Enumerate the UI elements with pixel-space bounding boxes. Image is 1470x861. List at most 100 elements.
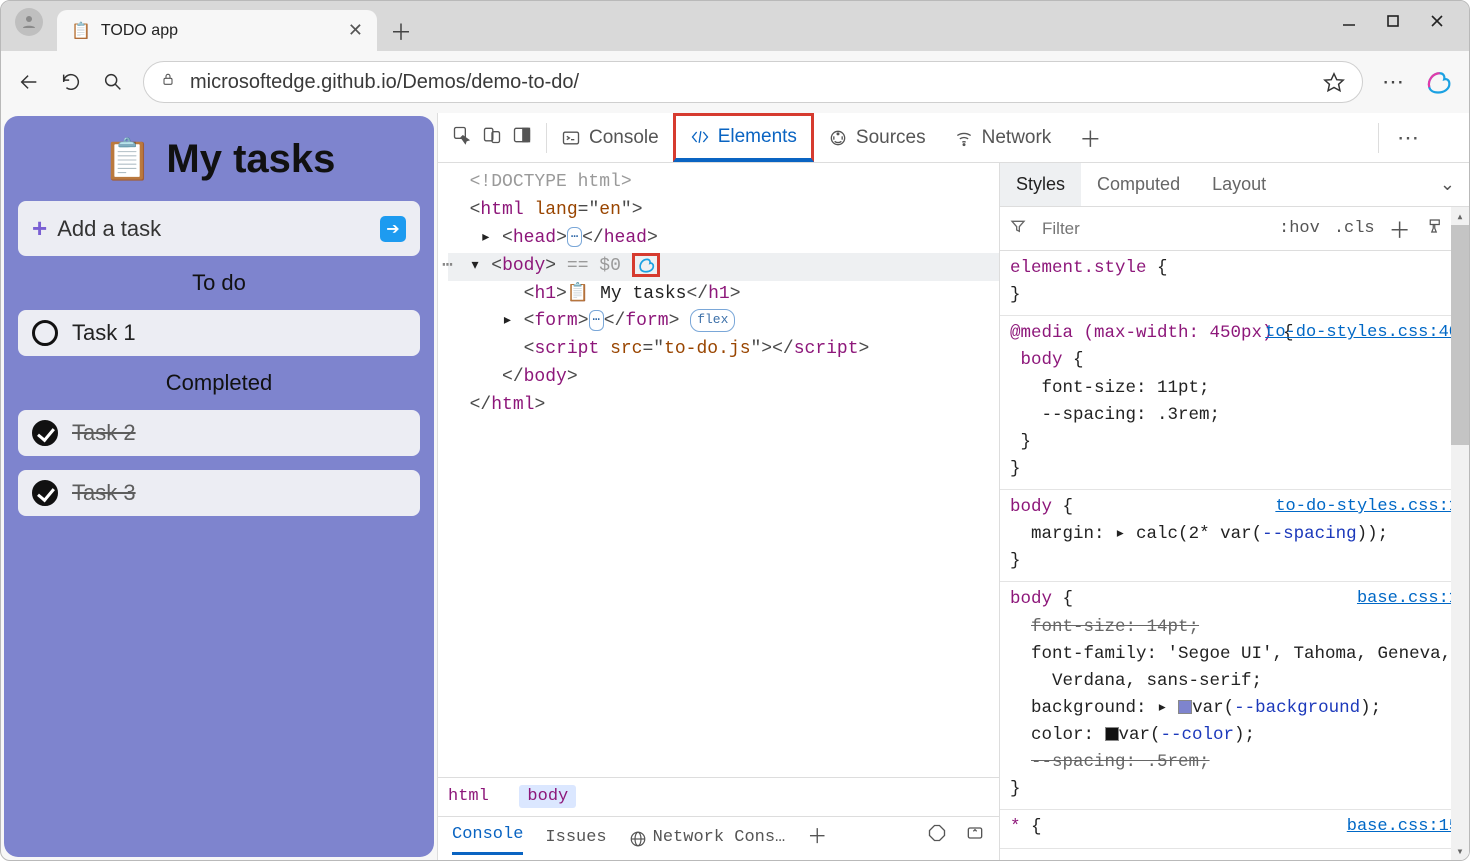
minimize-button[interactable] — [1341, 13, 1357, 34]
style-rule[interactable]: to-do-styles.css:1body { margin: ▸ calc(… — [1000, 490, 1469, 582]
styles-rules[interactable]: element.style {}to-do-styles.css:40@medi… — [1000, 251, 1469, 860]
dom-tree[interactable]: <!DOCTYPE html> <html lang="en"> ▸ <head… — [438, 163, 999, 777]
style-declaration[interactable]: margin: ▸ calc(2* var(--spacing)); — [1010, 521, 1459, 548]
submit-task-button[interactable]: ➔ — [380, 216, 406, 242]
style-declaration[interactable]: font-family: 'Segoe UI', Tahoma, Geneva, — [1010, 641, 1459, 668]
style-source-link[interactable]: to-do-styles.css:40 — [1265, 320, 1459, 346]
style-declaration[interactable]: body { — [1010, 347, 1459, 374]
address-bar[interactable]: microsoftedge.github.io/Demos/demo-to-do… — [143, 61, 1363, 103]
style-source-link[interactable]: to-do-styles.css:1 — [1275, 494, 1459, 520]
dom-tree-line[interactable]: <html lang="en"> — [448, 197, 999, 225]
close-tab-icon[interactable]: ✕ — [348, 20, 363, 41]
lock-icon — [160, 70, 176, 94]
tab-console[interactable]: Console — [547, 113, 673, 162]
drawer-expand-icon[interactable] — [965, 823, 985, 853]
task-item[interactable]: Task 1 — [18, 310, 420, 356]
style-declaration[interactable]: } — [1010, 548, 1459, 575]
copilot-button[interactable] — [1423, 67, 1453, 97]
new-style-button[interactable]: ＋ — [1389, 213, 1411, 245]
dom-tree-line[interactable]: <!DOCTYPE html> — [448, 169, 999, 197]
style-rule[interactable]: to-do-styles.css:40@media (max-width: 45… — [1000, 316, 1469, 490]
scroll-up-icon[interactable]: ▴ — [1451, 207, 1469, 225]
style-declaration[interactable]: font-size: 11pt; — [1010, 375, 1459, 402]
scrollbar-thumb[interactable] — [1451, 225, 1469, 445]
favorite-icon[interactable] — [1322, 70, 1346, 94]
paint-icon[interactable] — [1425, 217, 1443, 240]
dom-tree-line[interactable]: <script src="to-do.js"></script> — [448, 336, 999, 364]
drawer-issues-icon[interactable] — [927, 823, 947, 853]
style-source-link[interactable]: base.css:15 — [1347, 814, 1459, 840]
plus-icon: + — [32, 213, 47, 244]
style-declaration[interactable]: element.style { — [1010, 255, 1459, 282]
checkbox-checked-icon[interactable] — [32, 480, 58, 506]
tab-strip: 📋 TODO app ✕ ＋ — [1, 1, 1469, 51]
tab-sources[interactable]: Sources — [814, 113, 940, 162]
style-declaration[interactable]: } — [1010, 429, 1459, 456]
back-button[interactable] — [17, 70, 41, 94]
dom-tree-line[interactable]: ▸ <form>⋯</form> flex — [448, 308, 999, 336]
style-source-link[interactable]: base.css:1 — [1357, 586, 1459, 612]
devtools: Console Elements Sources Network ＋ ⋯ — [437, 113, 1469, 860]
device-toggle-icon[interactable] — [482, 125, 502, 150]
dom-tree-line[interactable]: ▸ <head>⋯</head> — [448, 225, 999, 253]
scroll-down-icon[interactable]: ▾ — [1451, 842, 1469, 860]
dom-tree-line[interactable]: </html> — [448, 392, 999, 420]
crumb-html[interactable]: html — [448, 787, 489, 806]
task-label: Task 1 — [72, 320, 136, 346]
add-task-input[interactable]: + Add a task ➔ — [18, 201, 420, 256]
checkbox-checked-icon[interactable] — [32, 420, 58, 446]
style-rule[interactable]: base.css:15* { — [1000, 810, 1469, 848]
profile-avatar[interactable] — [15, 8, 43, 36]
refresh-button[interactable] — [59, 70, 83, 94]
chevron-down-icon[interactable]: ⌄ — [1440, 174, 1469, 195]
breadcrumb[interactable]: html body — [438, 777, 999, 816]
search-button[interactable] — [101, 70, 125, 94]
new-tab-button[interactable]: ＋ — [381, 11, 421, 51]
styles-tab-computed[interactable]: Computed — [1081, 163, 1196, 206]
checkbox-unchecked-icon[interactable] — [32, 320, 58, 346]
tab-elements[interactable]: Elements — [673, 113, 814, 162]
window-controls — [1341, 1, 1463, 34]
more-tools-button[interactable]: ⋯ — [1397, 125, 1419, 151]
tab-network[interactable]: Network — [940, 113, 1066, 162]
crumb-body[interactable]: body — [519, 785, 576, 808]
style-declaration[interactable]: font-size: 14pt; — [1010, 614, 1459, 641]
styles-panel: Styles Computed Layout ⌄ :hov .cls ＋ — [999, 163, 1469, 860]
more-tabs-button[interactable]: ＋ — [1065, 113, 1115, 162]
styles-tab-layout[interactable]: Layout — [1196, 163, 1282, 206]
style-declaration[interactable]: } — [1010, 456, 1459, 483]
task-item[interactable]: Task 3 — [18, 470, 420, 516]
style-declaration[interactable]: --spacing: .5rem; — [1010, 749, 1459, 776]
style-declaration[interactable]: Verdana, sans-serif; — [1010, 668, 1459, 695]
drawer-tab-issues[interactable]: Issues — [545, 825, 606, 851]
style-rule[interactable]: element.style {} — [1000, 251, 1469, 316]
dom-tree-line[interactable]: ▾ <body> == $0 — [448, 253, 999, 281]
inspect-element-icon[interactable] — [452, 125, 472, 150]
dom-tree-line[interactable]: <h1>📋 My tasks</h1> — [448, 281, 999, 309]
dom-tree-line[interactable]: </body> — [448, 364, 999, 392]
drawer-tab-network-conditions[interactable]: Network Cons… — [629, 825, 786, 851]
styles-filter-input[interactable] — [1040, 218, 1265, 240]
style-declaration[interactable]: background: ▸ var(--background); — [1010, 695, 1459, 722]
url-text: microsoftedge.github.io/Demos/demo-to-do… — [190, 71, 579, 94]
cls-toggle[interactable]: .cls — [1334, 219, 1375, 238]
hov-toggle[interactable]: :hov — [1279, 219, 1320, 238]
copilot-badge-icon[interactable] — [632, 253, 660, 277]
style-declaration[interactable]: --spacing: .3rem; — [1010, 402, 1459, 429]
styles-tab-styles[interactable]: Styles — [1000, 163, 1081, 206]
styles-tabs: Styles Computed Layout ⌄ — [1000, 163, 1469, 207]
more-button[interactable]: ⋯ — [1381, 70, 1405, 94]
close-window-button[interactable] — [1429, 13, 1445, 34]
drawer-add-tab[interactable]: ＋ — [807, 823, 827, 854]
style-declaration[interactable]: } — [1010, 776, 1459, 803]
drawer: Console Issues Network Cons… ＋ — [438, 816, 999, 860]
maximize-button[interactable] — [1385, 13, 1401, 34]
dock-side-icon[interactable] — [512, 125, 532, 150]
style-declaration[interactable]: } — [1010, 282, 1459, 309]
style-declaration[interactable]: color: var(--color); — [1010, 722, 1459, 749]
browser-tab[interactable]: 📋 TODO app ✕ — [57, 10, 377, 51]
style-rule[interactable]: base.css:1body { font-size: 14pt; font-f… — [1000, 582, 1469, 810]
section-todo: To do — [18, 270, 420, 296]
task-item[interactable]: Task 2 — [18, 410, 420, 456]
drawer-tab-console[interactable]: Console — [452, 822, 523, 855]
